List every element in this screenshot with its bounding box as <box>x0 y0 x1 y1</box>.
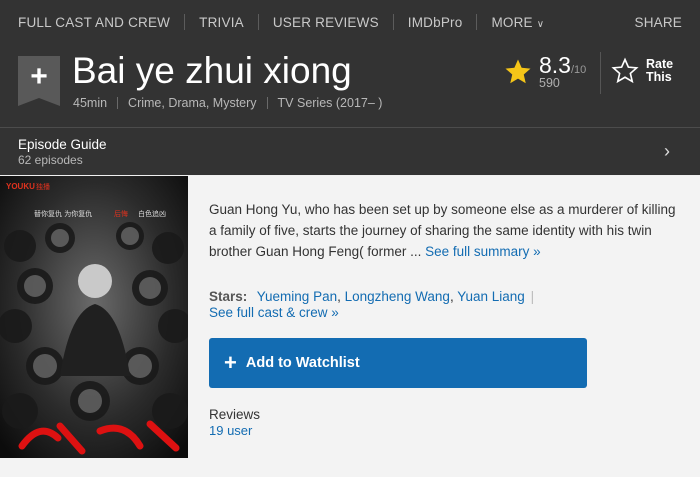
episode-count: 62 episodes <box>18 153 83 167</box>
nav-more-label: MORE <box>491 14 533 30</box>
poster-tagline-2: 白色追凶 <box>138 209 166 218</box>
rating-value: 8.3 <box>539 52 571 78</box>
episode-guide-title: Episode Guide <box>18 137 107 152</box>
plus-icon: + <box>224 350 237 375</box>
rate-this-label: Rate This <box>646 58 686 84</box>
subtext-separator <box>266 97 268 109</box>
episode-guide[interactable]: Episode Guide 62 episodes › <box>0 127 700 175</box>
divider <box>0 127 700 128</box>
stars-label: Stars: <box>209 289 248 304</box>
nav-separator <box>392 14 394 30</box>
main-content: Guan Hong Yu, who has been set up by som… <box>188 176 700 458</box>
runtime: 45min <box>73 96 108 110</box>
poster[interactable]: YOUKU 独播 替你复仇 为你复仇 后悔 白色追凶 <box>0 176 188 458</box>
poster-image: YOUKU 独播 替你复仇 为你复仇 后悔 白色追凶 <box>0 176 188 458</box>
share-button[interactable]: SHARE <box>634 15 682 30</box>
nav-imdbpro[interactable]: IMDbPro <box>408 15 463 30</box>
nav-user-reviews[interactable]: USER REVIEWS <box>273 15 379 30</box>
star-link[interactable]: Yuan Liang <box>457 289 525 304</box>
star-icon <box>505 59 531 84</box>
page-title: Bai ye zhui xiong <box>72 50 352 91</box>
stars-section: Stars: Yueming Pan, Longzheng Wang, Yuan… <box>209 289 535 320</box>
nav-separator <box>184 14 186 30</box>
add-to-watchlist-label: Add to Watchlist <box>245 355 360 371</box>
rate-this-button[interactable]: Rate This <box>610 56 686 86</box>
see-full-cast-link[interactable]: See full cast & crew » <box>209 305 339 320</box>
top-nav: FULL CAST AND CREW TRIVIA USER REVIEWS I… <box>0 0 700 44</box>
user-reviews-link[interactable]: 19 user <box>209 423 260 438</box>
see-full-summary-link[interactable]: See full summary » <box>425 244 541 259</box>
double-chevron-down-icon: ∨︎ <box>536 18 545 30</box>
star-link[interactable]: Longzheng Wang <box>345 289 450 304</box>
nav-separator <box>476 14 478 30</box>
nav-more[interactable]: MORE ∨︎ <box>491 15 544 30</box>
reviews-title: Reviews <box>209 407 261 422</box>
chevron-right-icon: › <box>664 141 670 161</box>
poster-tagline: 替你复仇 为你复仇 <box>34 209 92 218</box>
rating-divider <box>600 52 601 94</box>
logo-sub: 独播 <box>36 182 50 191</box>
summary: Guan Hong Yu, who has been set up by som… <box>209 199 679 262</box>
title-subtext: 45min Crime, Drama, Mystery TV Series (2… <box>73 96 382 110</box>
subtext-separator <box>117 97 119 109</box>
rate-label-line2: This <box>646 70 672 84</box>
plus-icon: + <box>30 60 48 93</box>
rating-box: 8.3/10 590 <box>503 52 586 90</box>
add-to-watchlist-ribbon[interactable]: + <box>18 56 60 106</box>
rating-numbers: 8.3/10 590 <box>539 52 586 90</box>
star-link[interactable]: Yueming Pan <box>257 289 337 304</box>
add-to-watchlist-button[interactable]: + Add to Watchlist <box>209 338 587 388</box>
nav-separator <box>257 14 259 30</box>
poster-tagline-red: 后悔 <box>114 209 128 218</box>
youku-logo: YOUKU <box>6 182 35 191</box>
nav-trivia[interactable]: TRIVIA <box>199 15 244 30</box>
rating-votes[interactable]: 590 <box>539 76 586 90</box>
genres-link[interactable]: Crime, Drama, Mystery <box>128 96 256 110</box>
star-outline-icon <box>611 57 639 84</box>
title-block: + Bai ye zhui xiong 45min Crime, Drama, … <box>0 44 700 127</box>
separator: | <box>530 289 535 304</box>
page-bottom <box>0 458 700 477</box>
reviews-section: Reviews 19 user <box>209 407 260 438</box>
nav-full-cast-and-crew[interactable]: FULL CAST AND CREW <box>18 15 170 30</box>
rating-out-of: /10 <box>570 64 587 76</box>
series-type-link[interactable]: TV Series (2017– ) <box>278 96 383 110</box>
